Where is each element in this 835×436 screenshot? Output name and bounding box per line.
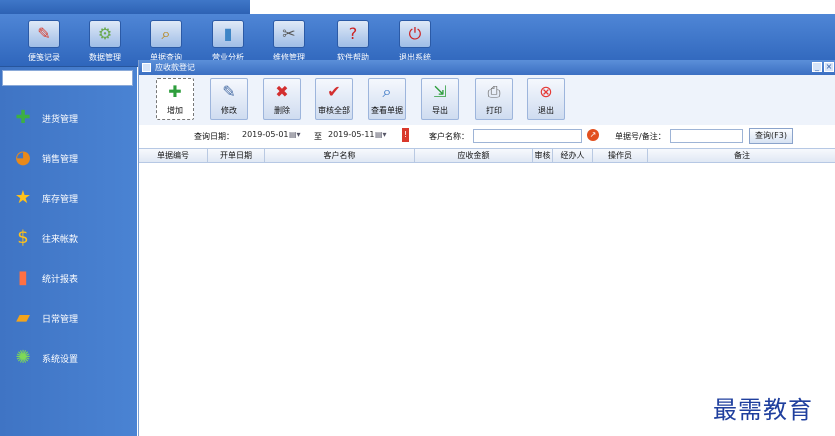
toolbar-analysis-button[interactable]: ▮ 营业分析	[203, 20, 253, 64]
magnifier-icon: ⌕	[382, 82, 392, 101]
sidebar-item-settings[interactable]: ✺ 系统设置	[0, 343, 137, 373]
add-label: 增加	[167, 106, 183, 115]
exit-label: 退出	[538, 106, 554, 115]
customer-input[interactable]	[473, 129, 582, 143]
tools-icon: ✂	[273, 20, 305, 48]
delete-button[interactable]: ✖ 删除	[263, 78, 301, 120]
sidebar: ✚ 进货管理 ◕ 销售管理 ★ 库存管理 $ 往来帐款 ▮ 统计报表 ▰ 日常管…	[0, 67, 137, 436]
date-from-field[interactable]: 2019-05-01	[240, 129, 289, 143]
date-to-field[interactable]: 2019-05-11	[326, 129, 375, 143]
memo-label: 单据号/备注：	[615, 132, 666, 141]
window-icon	[142, 63, 151, 72]
toolbar-data-label: 数据管理	[89, 53, 121, 62]
exit-button[interactable]: ⊗ 退出	[527, 78, 565, 120]
column-header[interactable]: 单据编号	[139, 149, 208, 162]
sidebar-item-reports[interactable]: ▮ 统计报表	[0, 263, 137, 293]
approve-icon: ✔	[327, 82, 341, 101]
pie-icon: ◕	[15, 147, 31, 168]
sidebar-item-accounts[interactable]: $ 往来帐款	[0, 223, 137, 253]
column-header[interactable]: 应收金额	[415, 149, 533, 162]
folder-icon: ▰	[16, 307, 30, 328]
minimize-icon[interactable]: _	[812, 62, 822, 72]
print-label: 打印	[486, 106, 502, 115]
calendar-dropdown-icon[interactable]: ▤▾	[375, 130, 387, 139]
toolbar-repair-button[interactable]: ✂ 维修管理	[264, 20, 314, 64]
sidebar-item-label: 统计报表	[42, 275, 79, 285]
sidebar-item-daily[interactable]: ▰ 日常管理	[0, 303, 137, 333]
customer-label: 客户名称：	[429, 132, 469, 141]
bar-chart-icon: ▮	[18, 267, 28, 288]
column-header[interactable]: 开单日期	[208, 149, 265, 162]
memo-input[interactable]	[670, 129, 743, 143]
sidebar-item-label: 系统设置	[42, 355, 79, 365]
view-document-label: 查看单据	[371, 106, 403, 115]
exit-icon: ⊗	[539, 82, 553, 101]
column-header[interactable]: 审核	[533, 149, 553, 162]
sidebar-search-input[interactable]	[2, 70, 133, 86]
receivable-window: 应收款登记 _ × ✚ 增加 ✎ 修改 ✖ 删除 ✔ 审核全部 ⌕ 查看单据 ⇲…	[138, 60, 835, 436]
star-icon: ★	[14, 187, 32, 208]
table-header: 单据编号 开单日期 客户名称 应收金额 审核 经办人 操作员 备注	[139, 148, 835, 163]
sidebar-item-inventory[interactable]: ★ 库存管理	[0, 183, 137, 213]
power-icon: ⏻	[399, 20, 431, 48]
sidebar-item-sales[interactable]: ◕ 销售管理	[0, 143, 137, 173]
approve-all-button[interactable]: ✔ 审核全部	[315, 78, 353, 120]
export-icon: ⇲	[433, 82, 447, 101]
printer-icon: ⎙	[487, 82, 501, 101]
column-header[interactable]: 客户名称	[265, 149, 415, 162]
add-icon: ✚	[168, 82, 182, 101]
toolbar-help-button[interactable]: ? 软件帮助	[328, 20, 378, 64]
action-toolbar: ✚ 增加 ✎ 修改 ✖ 删除 ✔ 审核全部 ⌕ 查看单据 ⇲ 导出 ⎙ 打印 ⊗	[139, 75, 835, 126]
add-button[interactable]: ✚ 增加	[156, 78, 194, 120]
sidebar-item-label: 日常管理	[42, 315, 79, 325]
search-icon: ⌕	[150, 20, 182, 48]
sidebar-item-label: 往来帐款	[42, 235, 79, 245]
window-titlebar: 应收款登记 _ ×	[139, 60, 835, 75]
export-button[interactable]: ⇲ 导出	[421, 78, 459, 120]
approve-all-label: 审核全部	[318, 106, 350, 115]
toolbar-exit-button[interactable]: ⏻ 退出系统	[390, 20, 440, 64]
toolbar-notes-label: 便笺记录	[28, 53, 60, 62]
dollar-icon: $	[17, 227, 29, 248]
app-title	[0, 0, 250, 14]
calendar-dropdown-icon[interactable]: ▤▾	[289, 130, 301, 139]
print-button[interactable]: ⎙ 打印	[475, 78, 513, 120]
window-title: 应收款登记	[155, 63, 195, 72]
sidebar-item-purchase[interactable]: ✚ 进货管理	[0, 103, 137, 133]
sidebar-item-label: 销售管理	[42, 155, 79, 165]
help-icon: ?	[337, 20, 369, 48]
edit-icon: ✎	[222, 82, 236, 101]
watermark: 最需教育	[713, 396, 813, 424]
close-icon[interactable]: ×	[824, 62, 834, 72]
plus-icon: ✚	[15, 107, 31, 128]
column-header[interactable]: 备注	[648, 149, 835, 162]
delete-icon: ✖	[275, 82, 289, 101]
chart-icon: ▮	[212, 20, 244, 48]
notepad-icon: ✎	[28, 20, 60, 48]
sidebar-item-label: 进货管理	[42, 115, 79, 125]
date-to-label: 至	[314, 132, 322, 141]
export-label: 导出	[432, 106, 448, 115]
column-header[interactable]: 经办人	[553, 149, 593, 162]
delete-label: 删除	[274, 106, 290, 115]
sidebar-item-label: 库存管理	[42, 195, 79, 205]
toolbar-query-button[interactable]: ⌕ 单据查询	[141, 20, 191, 64]
data-icon: ⚙	[89, 20, 121, 48]
search-button[interactable]: 查询(F3)	[749, 128, 793, 144]
title-bar	[0, 0, 835, 14]
query-bar: 查询日期： 2019-05-01 ▤▾ 至 2019-05-11 ▤▾ ! 客户…	[139, 125, 835, 147]
column-header[interactable]: 操作员	[593, 149, 648, 162]
toolbar-data-button[interactable]: ⚙ 数据管理	[80, 20, 130, 64]
edit-label: 修改	[221, 106, 237, 115]
edit-button[interactable]: ✎ 修改	[210, 78, 248, 120]
customer-lookup-icon[interactable]: ↗	[587, 129, 599, 141]
gear-icon: ✺	[15, 347, 31, 368]
view-document-button[interactable]: ⌕ 查看单据	[368, 78, 406, 120]
flag-icon[interactable]: !	[402, 128, 409, 142]
toolbar-notes-button[interactable]: ✎ 便笺记录	[19, 20, 69, 64]
query-date-label: 查询日期：	[194, 132, 234, 141]
